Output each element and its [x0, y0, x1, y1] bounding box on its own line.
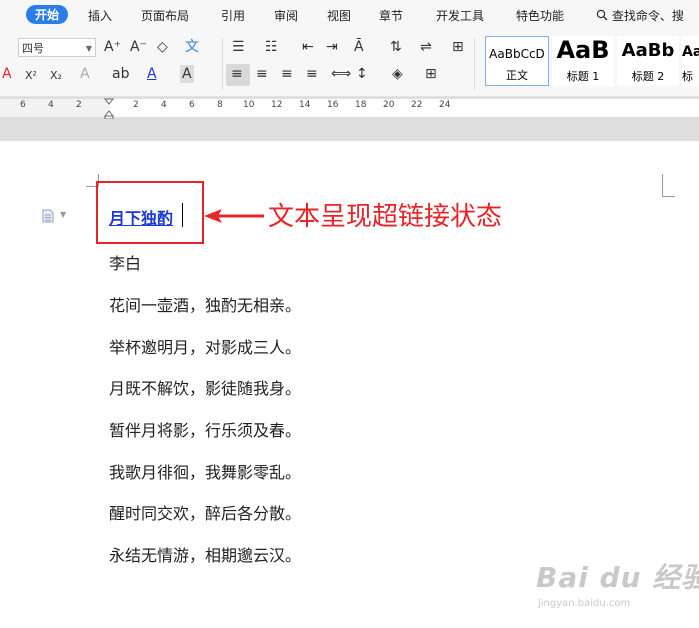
- text-outline-icon[interactable]: A: [80, 65, 90, 83]
- search-icon: [596, 9, 608, 21]
- poem-line: 我歌月徘徊，我舞影零乱。: [109, 463, 302, 482]
- align-center-icon[interactable]: ≡: [256, 65, 268, 83]
- char-shading-button[interactable]: A: [180, 65, 194, 83]
- ribbon-toolbar: 四号 ▼ A⁺ A⁻ ◇ 文 ☰ ☷ ⇤ ⇥ Ā ⇅ ⇌ ⊞ A X² X₂ A…: [0, 32, 699, 97]
- poem-line: 永结无情游，相期邈云汉。: [109, 546, 302, 565]
- superscript-button[interactable]: X²: [25, 67, 37, 85]
- ruler-number: 6: [189, 100, 195, 110]
- ruler-number: 18: [355, 100, 367, 110]
- watermark-logo: Bai du 经验: [536, 561, 699, 594]
- style-gallery: AaBbCcD 正文 AaB 标题 1 AaBb 标题 2 Aa 标: [482, 36, 699, 88]
- ruler-number: 14: [299, 100, 311, 110]
- bullet-list-icon[interactable]: ☰: [232, 38, 245, 56]
- ruler-number: 24: [439, 100, 451, 110]
- style-preview: AaBb: [621, 40, 675, 61]
- highlight-icon[interactable]: ab: [112, 65, 129, 83]
- command-search-label: 查找命令、搜: [611, 9, 684, 23]
- command-search[interactable]: 查找命令、搜: [596, 7, 684, 24]
- line-spacing-icon[interactable]: ↕: [356, 65, 368, 83]
- horizontal-ruler[interactable]: 6 4 2 2 4 6 8 10 12 14 16 18 20 22 24: [0, 97, 699, 141]
- line-break-icon[interactable]: ⇌: [420, 38, 432, 56]
- indent-marker-icon[interactable]: [104, 97, 114, 119]
- grow-font-button[interactable]: A⁺: [104, 38, 121, 56]
- style-normal[interactable]: AaBbCcD 正文: [485, 36, 549, 86]
- pinyin-button[interactable]: 文: [185, 38, 199, 56]
- text-effect-icon[interactable]: A: [2, 65, 12, 83]
- ruler-number: 20: [383, 100, 395, 110]
- ruler-number: 2: [133, 100, 139, 110]
- table-border-icon[interactable]: ⊞: [452, 38, 464, 56]
- subscript-button[interactable]: X₂: [50, 67, 62, 85]
- margin-corner-mark: [662, 174, 675, 197]
- ruler-number: 10: [243, 100, 255, 110]
- ruler-number: 16: [327, 100, 339, 110]
- style-name: 正文: [506, 69, 528, 82]
- ruler-number: 2: [76, 100, 82, 110]
- chevron-down-icon: ▼: [85, 44, 92, 53]
- style-name: 标题 1: [566, 70, 600, 83]
- annotation-text: 文本呈现超链接状态: [268, 202, 503, 232]
- align-left-icon: ≡: [231, 66, 243, 82]
- poem-line: 暂伴月将影，行乐须及春。: [109, 421, 302, 440]
- toolbar-divider: [474, 38, 475, 90]
- watermark-url: jingyan.baidu.com: [538, 598, 631, 609]
- poem-line: 月既不解饮，影徒随我身。: [109, 379, 302, 398]
- style-preview: Aa: [682, 44, 699, 60]
- tab-view[interactable]: 视图: [327, 7, 351, 24]
- style-preview: AaB: [556, 36, 610, 64]
- font-size-select[interactable]: 四号 ▼: [18, 38, 96, 57]
- style-heading-2[interactable]: AaBb 标题 2: [617, 36, 679, 86]
- justify-icon[interactable]: ≡: [306, 65, 318, 83]
- text-transform-icon[interactable]: Ā: [354, 38, 364, 56]
- tab-page-layout[interactable]: 页面布局: [141, 7, 189, 24]
- tab-home[interactable]: 开始: [26, 5, 69, 24]
- poem-line: 醒时同交欢，醉后各分散。: [109, 504, 302, 523]
- tab-review[interactable]: 审阅: [274, 7, 298, 24]
- ruler-number: 4: [48, 100, 54, 110]
- tab-references[interactable]: 引用: [221, 7, 245, 24]
- chevron-down-icon[interactable]: ▼: [60, 210, 66, 219]
- tab-developer[interactable]: 开发工具: [436, 7, 484, 24]
- decrease-indent-icon[interactable]: ⇤: [302, 38, 314, 56]
- style-heading-3[interactable]: Aa 标: [682, 36, 699, 86]
- tab-insert[interactable]: 插入: [88, 7, 112, 24]
- poem-author: 李白: [109, 254, 142, 273]
- paragraph-handle-icon[interactable]: [42, 209, 54, 223]
- distribute-icon[interactable]: ⟺: [331, 65, 351, 83]
- align-right-icon[interactable]: ≡: [281, 65, 293, 83]
- sort-icon[interactable]: ⇅: [390, 38, 402, 56]
- eraser-icon[interactable]: ◇: [157, 38, 168, 56]
- ruler-text-area: [110, 99, 699, 117]
- style-preview: AaBbCcD: [489, 47, 545, 61]
- baidu-watermark: Bai du 经验 jingyan.baidu.com: [536, 550, 699, 620]
- numbered-list-icon[interactable]: ☷: [265, 38, 278, 56]
- ruler-number: 22: [411, 100, 423, 110]
- poem-line: 花间一壶酒，独酌无相亲。: [109, 296, 302, 315]
- borders-icon[interactable]: ⊞: [425, 65, 437, 83]
- poem-line: 举杯邀明月，对影成三人。: [109, 338, 302, 357]
- font-color-button[interactable]: A: [147, 65, 157, 83]
- ruler-number: 8: [217, 100, 223, 110]
- tab-chapter[interactable]: 章节: [379, 7, 403, 24]
- ruler-number: 6: [20, 100, 26, 110]
- toolbar-divider: [222, 38, 223, 90]
- menu-bar: 开始 插入 页面布局 引用 审阅 视图 章节 开发工具 特色功能 查找命令、搜: [0, 0, 699, 32]
- style-heading-1[interactable]: AaB 标题 1: [552, 36, 614, 86]
- style-name: 标题 2: [631, 70, 665, 83]
- ruler-number: 12: [271, 100, 283, 110]
- increase-indent-icon[interactable]: ⇥: [326, 38, 338, 56]
- tab-special-features[interactable]: 特色功能: [516, 7, 564, 24]
- style-name: 标: [682, 70, 693, 83]
- shading-icon[interactable]: ◈: [392, 65, 403, 83]
- annotation-arrow-icon: [204, 209, 264, 223]
- font-size-value: 四号: [22, 42, 44, 55]
- annotation-highlight-box: [96, 181, 204, 244]
- shrink-font-button[interactable]: A⁻: [130, 38, 147, 56]
- ruler-number: 4: [161, 100, 167, 110]
